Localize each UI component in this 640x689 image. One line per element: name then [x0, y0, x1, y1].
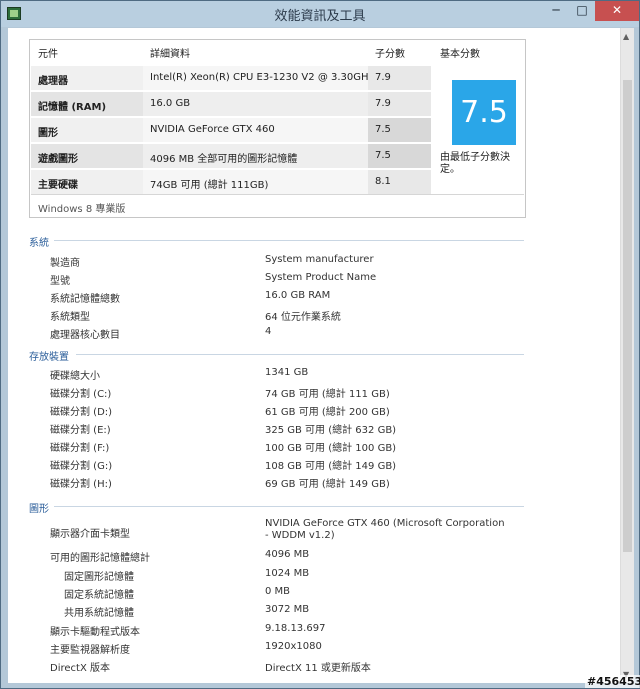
graphics-label: 固定圖形記憶體 [64, 572, 134, 583]
row-component: 圖形 [38, 128, 58, 139]
system-label: 製造商 [50, 258, 80, 269]
section-divider [54, 506, 524, 507]
header-details: 詳細資料 [150, 49, 190, 60]
storage-value: 108 GB 可用 (總計 149 GB) [265, 461, 397, 472]
scrollbar-thumb[interactable] [623, 80, 632, 552]
divider [31, 194, 524, 195]
storage-label: 磁碟分割 (D:) [50, 407, 113, 418]
rating-row-memory: 記憶體 (RAM) 16.0 GB 7.9 [31, 92, 431, 116]
content-pane: 元件 詳細資料 子分數 基本分數 處理器 Intel(R) Xeon(R) CP… [8, 28, 620, 683]
system-label: 型號 [50, 276, 70, 287]
graphics-label: 共用系統記憶體 [64, 608, 134, 619]
row-details: 4096 MB 全部可用的圖形記憶體 [150, 154, 298, 165]
performance-info-window: 效能資訊及工具 ─ □ ✕ 元件 詳細資料 子分數 基本分數 處理器 Intel… [0, 0, 640, 689]
storage-label: 硬碟總大小 [50, 371, 100, 382]
graphics-value: DirectX 11 或更新版本 [265, 663, 371, 674]
graphics-label: 可用的圖形記憶體總計 [50, 553, 150, 564]
storage-value: 61 GB 可用 (總計 200 GB) [265, 407, 390, 418]
system-value: System Product Name [265, 272, 377, 283]
system-value: 4 [265, 326, 272, 337]
base-score-tile: 7.5 [452, 80, 516, 145]
graphics-value: 1024 MB [265, 568, 310, 579]
rating-row-graphics: 圖形 NVIDIA GeForce GTX 460 7.5 [31, 118, 431, 142]
graphics-value: 3072 MB [265, 604, 310, 615]
row-component: 處理器 [38, 76, 68, 87]
row-subscore: 7.9 [375, 98, 391, 109]
section-heading-system: 系統 [29, 238, 49, 249]
row-subscore: 7.5 [375, 150, 391, 161]
storage-value: 74 GB 可用 (總計 111 GB) [265, 389, 390, 400]
header-component: 元件 [38, 49, 58, 60]
row-details: 16.0 GB [150, 98, 191, 109]
storage-label: 磁碟分割 (C:) [50, 389, 112, 400]
storage-label: 磁碟分割 (F:) [50, 443, 110, 454]
row-component: 主要硬碟 [38, 180, 78, 191]
graphics-label: 顯示卡驅動程式版本 [50, 627, 140, 638]
system-label: 系統類型 [50, 312, 90, 323]
storage-value: 1341 GB [265, 367, 309, 378]
maximize-button[interactable]: □ [569, 1, 595, 21]
row-details: Intel(R) Xeon(R) CPU E3-1230 V2 @ 3.30GH… [150, 72, 374, 83]
row-subscore: 7.5 [375, 124, 391, 135]
storage-label: 磁碟分割 (E:) [50, 425, 111, 436]
system-value: System manufacturer [265, 254, 374, 265]
row-details: 74GB 可用 (總計 111GB) [150, 180, 269, 191]
system-value: 64 位元作業系統 [265, 312, 341, 323]
title-bar[interactable]: 效能資訊及工具 ─ □ ✕ [1, 1, 639, 27]
storage-value: 69 GB 可用 (總計 149 GB) [265, 479, 390, 490]
storage-label: 磁碟分割 (H:) [50, 479, 112, 490]
row-component: 遊戲圖形 [38, 154, 78, 165]
section-divider [54, 240, 524, 241]
section-divider [76, 354, 524, 355]
graphics-value: 9.18.13.697 [265, 623, 326, 634]
rating-row-gaming-graphics: 遊戲圖形 4096 MB 全部可用的圖形記憶體 7.5 [31, 144, 431, 168]
storage-label: 磁碟分割 (G:) [50, 461, 113, 472]
graphics-label: 顯示器介面卡類型 [50, 529, 130, 540]
rating-row-processor: 處理器 Intel(R) Xeon(R) CPU E3-1230 V2 @ 3.… [31, 66, 431, 90]
graphics-label: 固定系統記憶體 [64, 590, 134, 601]
row-component: 記憶體 (RAM) [38, 102, 107, 113]
row-details: NVIDIA GeForce GTX 460 [150, 124, 275, 135]
minimize-button[interactable]: ─ [543, 1, 569, 21]
graphics-label: DirectX 版本 [50, 663, 110, 674]
base-score-description: 由最低子分數決定。 [440, 152, 510, 175]
row-subscore: 7.9 [375, 72, 391, 83]
vertical-scrollbar[interactable]: ▲ ▼ [620, 28, 634, 683]
graphics-value: NVIDIA GeForce GTX 460 (Microsoft Corpor… [265, 518, 505, 541]
system-label: 處理器核心數目 [50, 330, 120, 341]
windows-edition: Windows 8 專業版 [38, 204, 126, 215]
graphics-label: 主要監視器解析度 [50, 645, 130, 656]
storage-value: 325 GB 可用 (總計 632 GB) [265, 425, 397, 436]
scroll-up-arrow-icon[interactable]: ▲ [623, 32, 629, 41]
watermark: #456453 [585, 675, 640, 688]
header-base-score: 基本分數 [440, 49, 480, 60]
close-button[interactable]: ✕ [595, 1, 639, 21]
section-heading-graphics: 圖形 [29, 504, 49, 515]
graphics-value: 1920x1080 [265, 641, 322, 652]
graphics-value: 4096 MB [265, 549, 310, 560]
graphics-value: 0 MB [265, 586, 291, 597]
storage-value: 100 GB 可用 (總計 100 GB) [265, 443, 397, 454]
rating-row-primary-disk: 主要硬碟 74GB 可用 (總計 111GB) 8.1 [31, 170, 431, 194]
header-subscore: 子分數 [375, 49, 405, 60]
rating-table: 元件 詳細資料 子分數 基本分數 處理器 Intel(R) Xeon(R) CP… [29, 39, 526, 218]
row-subscore: 8.1 [375, 176, 391, 187]
system-value: 16.0 GB RAM [265, 290, 331, 301]
system-label: 系統記憶體總數 [50, 294, 120, 305]
section-heading-storage: 存放裝置 [29, 352, 69, 363]
